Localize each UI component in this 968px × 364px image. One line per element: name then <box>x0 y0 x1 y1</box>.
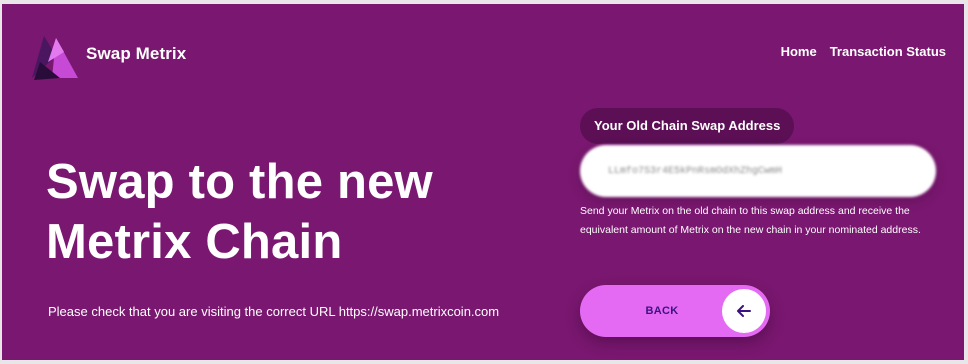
hero-title-line-2: Metrix Chain <box>46 215 343 269</box>
nav-home-link[interactable]: Home <box>781 44 817 59</box>
arrow-left-icon <box>737 305 751 317</box>
top-nav: Home Transaction Status <box>781 44 946 59</box>
brand-name[interactable]: Swap Metrix <box>86 44 186 64</box>
url-notice: Please check that you are visiting the c… <box>48 304 500 319</box>
swap-address-field[interactable] <box>580 145 936 197</box>
hero-title: Swap to the new Metrix Chain <box>46 152 566 272</box>
hero-title-line-1: Swap to the new <box>46 155 433 209</box>
back-button[interactable]: BACK <box>580 285 770 337</box>
nav-transaction-status-link[interactable]: Transaction Status <box>830 44 946 59</box>
swap-address-help-text: Send your Metrix on the old chain to thi… <box>580 205 921 236</box>
app-window: Swap Metrix Home Transaction Status Swap… <box>2 4 964 360</box>
back-button-label: BACK <box>645 305 679 317</box>
back-button-circle[interactable] <box>722 289 766 333</box>
swap-address-label: Your Old Chain Swap Address <box>580 108 795 144</box>
metrix-logo-icon[interactable] <box>30 32 82 84</box>
